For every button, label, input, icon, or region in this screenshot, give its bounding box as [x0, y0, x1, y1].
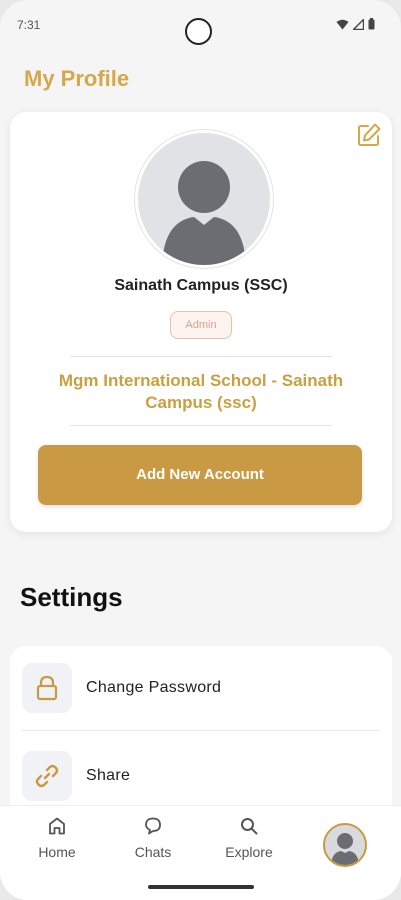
page-title: My Profile: [24, 66, 130, 91]
signal-icon: [351, 17, 365, 35]
search-icon: [209, 816, 289, 838]
share-label: Share: [86, 767, 131, 784]
share-row[interactable]: Share: [10, 734, 392, 804]
home-icon: [17, 816, 97, 838]
nav-profile-avatar[interactable]: [323, 823, 367, 867]
nav-home[interactable]: Home: [17, 816, 97, 860]
lock-icon: [22, 663, 72, 713]
edit-profile-icon[interactable]: [356, 122, 382, 148]
camera-cutout: [185, 18, 212, 45]
settings-divider: [22, 730, 380, 731]
change-password-label: Change Password: [86, 679, 222, 696]
settings-heading: Settings: [20, 582, 123, 612]
home-indicator[interactable]: [148, 885, 254, 889]
status-bar: 7:31: [0, 0, 401, 52]
nav-chats[interactable]: Chats: [113, 816, 193, 860]
divider-bottom: [70, 425, 332, 426]
divider-top: [70, 356, 332, 357]
nav-explore[interactable]: Explore: [209, 816, 289, 860]
change-password-row[interactable]: Change Password: [10, 646, 392, 716]
nav-home-label: Home: [38, 844, 76, 860]
battery-icon: [368, 17, 375, 35]
add-account-button[interactable]: Add New Account: [38, 445, 362, 505]
chat-icon: [113, 816, 193, 838]
nav-explore-label: Explore: [225, 844, 273, 860]
wifi-icon: [336, 17, 349, 35]
link-icon: [22, 751, 72, 801]
status-time: 7:31: [17, 18, 41, 32]
status-icons: [336, 17, 375, 35]
role-badge: Admin: [170, 311, 232, 339]
profile-name: Sainath Campus (SSC): [114, 277, 288, 294]
nav-chats-label: Chats: [134, 844, 172, 860]
profile-card: Sainath Campus (SSC) Admin Mgm Internati…: [10, 112, 392, 532]
profile-avatar: [135, 130, 273, 268]
app-screen: 7:31 My Profile Sainath Campus (SSC) Adm…: [0, 0, 401, 900]
school-name: Mgm International School - Sainath Campu…: [58, 371, 344, 412]
